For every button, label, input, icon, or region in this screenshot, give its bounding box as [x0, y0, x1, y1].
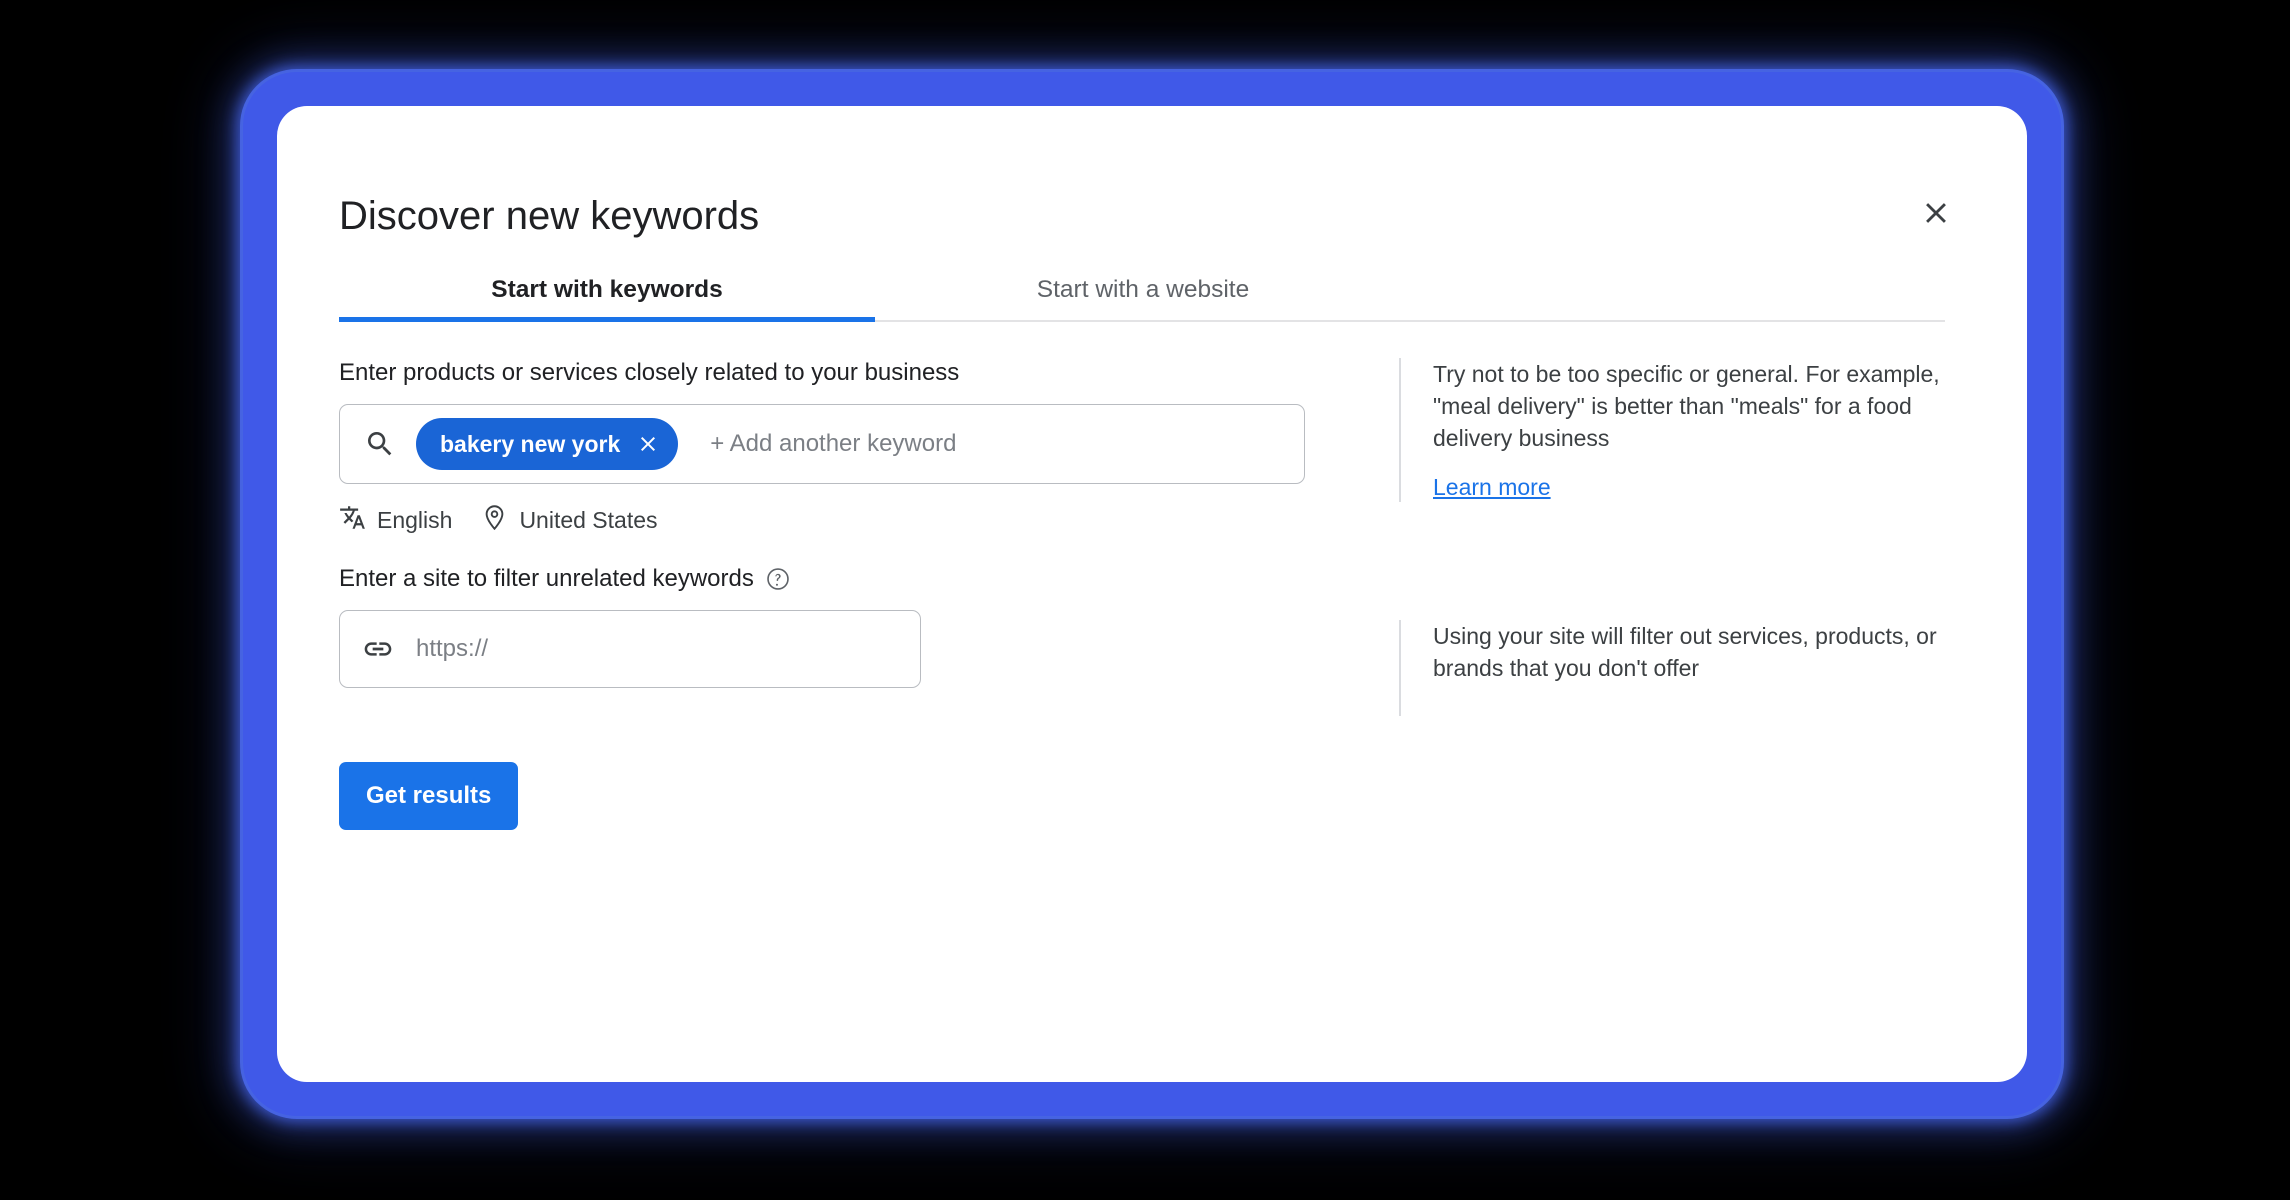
screen-background: Discover new keywords Start with keyword…: [0, 0, 2290, 1200]
add-another-keyword-placeholder[interactable]: + Add another keyword: [710, 430, 956, 458]
language-selector[interactable]: English: [339, 504, 452, 537]
link-icon: [362, 633, 394, 665]
site-field-label-row: Enter a site to filter unrelated keyword…: [339, 564, 1349, 594]
dialog-header: Discover new keywords: [277, 106, 2027, 238]
search-icon: [364, 428, 396, 460]
close-icon: [1919, 196, 1953, 230]
location-selector[interactable]: United States: [481, 504, 658, 537]
page-title: Discover new keywords: [339, 194, 760, 238]
language-value: English: [377, 507, 453, 533]
site-field-label: Enter a site to filter unrelated keyword…: [339, 565, 754, 592]
keyword-chip-label: bakery new york: [440, 430, 621, 457]
dialog-tabs: Start with keywords Start with a website: [339, 260, 1945, 322]
keywords-meta-row: English United States: [339, 504, 1349, 537]
question-mark-icon[interactable]: [765, 566, 791, 592]
discover-new-keywords-dialog: Discover new keywords Start with keyword…: [277, 106, 2027, 1082]
location-value: United States: [519, 507, 658, 533]
get-results-button[interactable]: Get results: [339, 762, 519, 830]
site-help-column: Using your site will filter out services…: [1399, 564, 1945, 716]
keyword-chip-remove-icon[interactable]: [634, 430, 662, 458]
location-pin-icon: [481, 504, 508, 537]
keywords-input[interactable]: bakery new york + Add another keyword: [339, 404, 1305, 484]
keywords-field-column: Enter products or services closely relat…: [339, 358, 1349, 537]
site-field-column: Enter a site to filter unrelated keyword…: [339, 564, 1349, 688]
keywords-field-label: Enter products or services closely relat…: [339, 359, 960, 386]
learn-more-link[interactable]: Learn more: [1433, 472, 1551, 502]
site-help-panel: Using your site will filter out services…: [1399, 620, 1945, 716]
keyword-chip[interactable]: bakery new york: [416, 418, 679, 470]
keywords-help-panel: Try not to be too specific or general. F…: [1399, 358, 1945, 502]
translate-icon: [339, 504, 366, 537]
site-help-text: Using your site will filter out services…: [1433, 623, 1937, 681]
keywords-help-text: Try not to be too specific or general. F…: [1433, 361, 1940, 451]
keywords-help-column: Try not to be too specific or general. F…: [1399, 358, 1945, 502]
tab-start-with-a-website[interactable]: Start with a website: [875, 260, 1411, 320]
site-url-placeholder[interactable]: https://: [416, 635, 488, 663]
site-url-input[interactable]: https://: [339, 610, 921, 688]
close-button[interactable]: [1907, 184, 1965, 242]
tab-start-with-keywords[interactable]: Start with keywords: [339, 260, 875, 322]
